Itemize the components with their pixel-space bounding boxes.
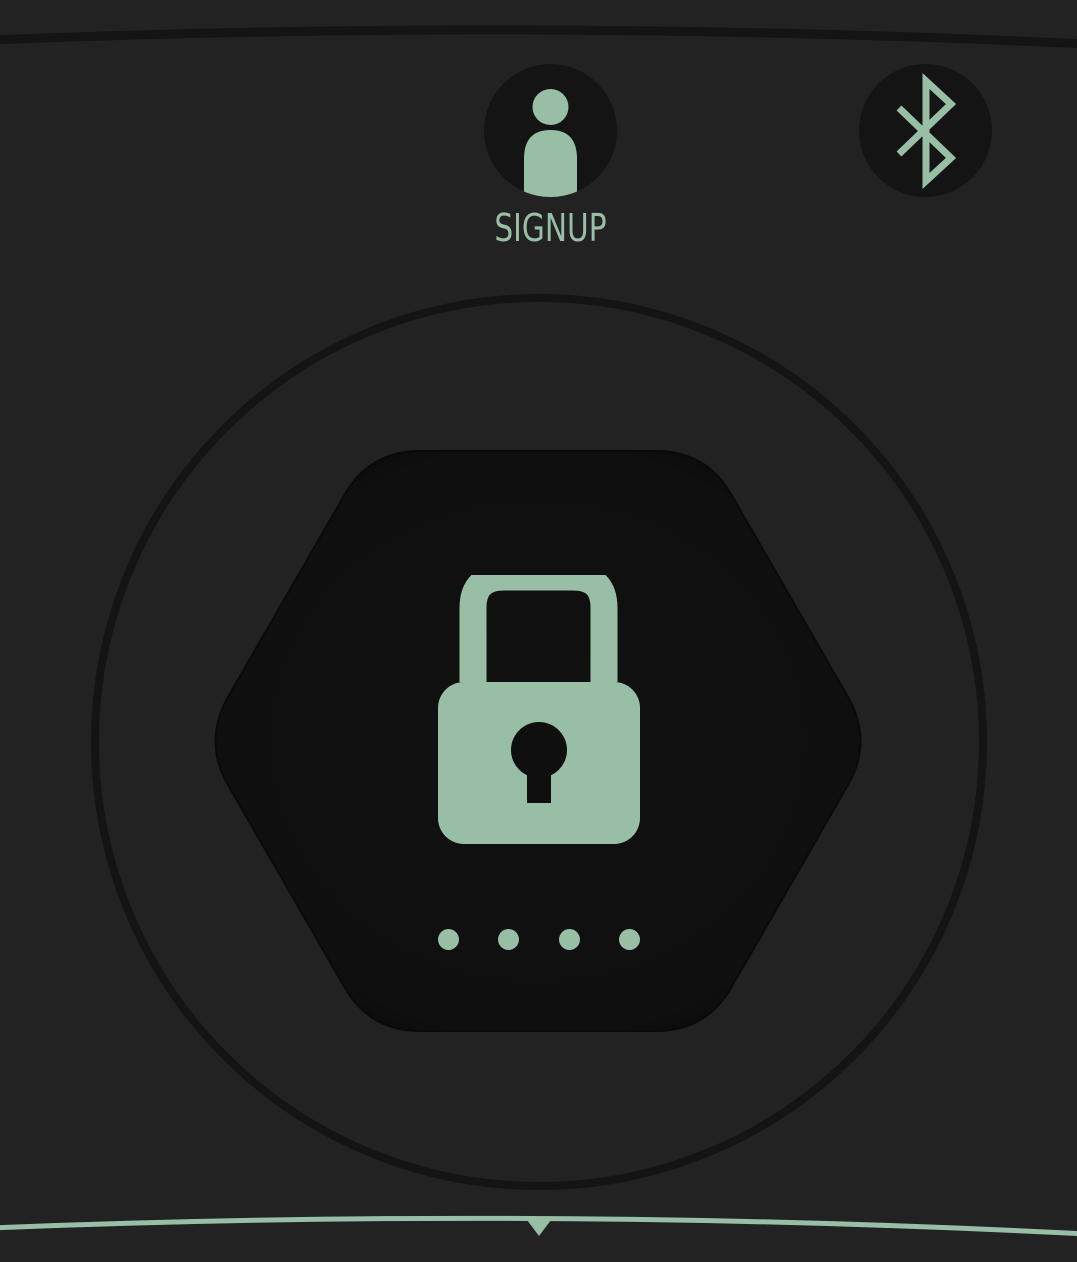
- lock-button[interactable]: [436, 563, 642, 847]
- bluetooth-button[interactable]: [859, 64, 992, 197]
- signup-button[interactable]: SIGNUP: [484, 64, 617, 264]
- pin-dot: [558, 928, 580, 950]
- pin-dot: [438, 928, 459, 950]
- lock-screen: SIGNUP: [0, 0, 1077, 1262]
- top-divider: [0, 25, 1077, 49]
- signup-avatar-circle: [484, 64, 617, 197]
- chevron-down-icon: [527, 1220, 551, 1236]
- pin-dot: [618, 928, 640, 950]
- pin-indicator: [436, 926, 642, 952]
- lock-icon: [438, 563, 640, 844]
- signup-label: SIGNUP: [494, 206, 607, 250]
- bottom-divider: [0, 1215, 1077, 1237]
- bluetooth-icon: [896, 73, 957, 189]
- pin-dot: [498, 928, 520, 950]
- user-icon: [524, 89, 577, 197]
